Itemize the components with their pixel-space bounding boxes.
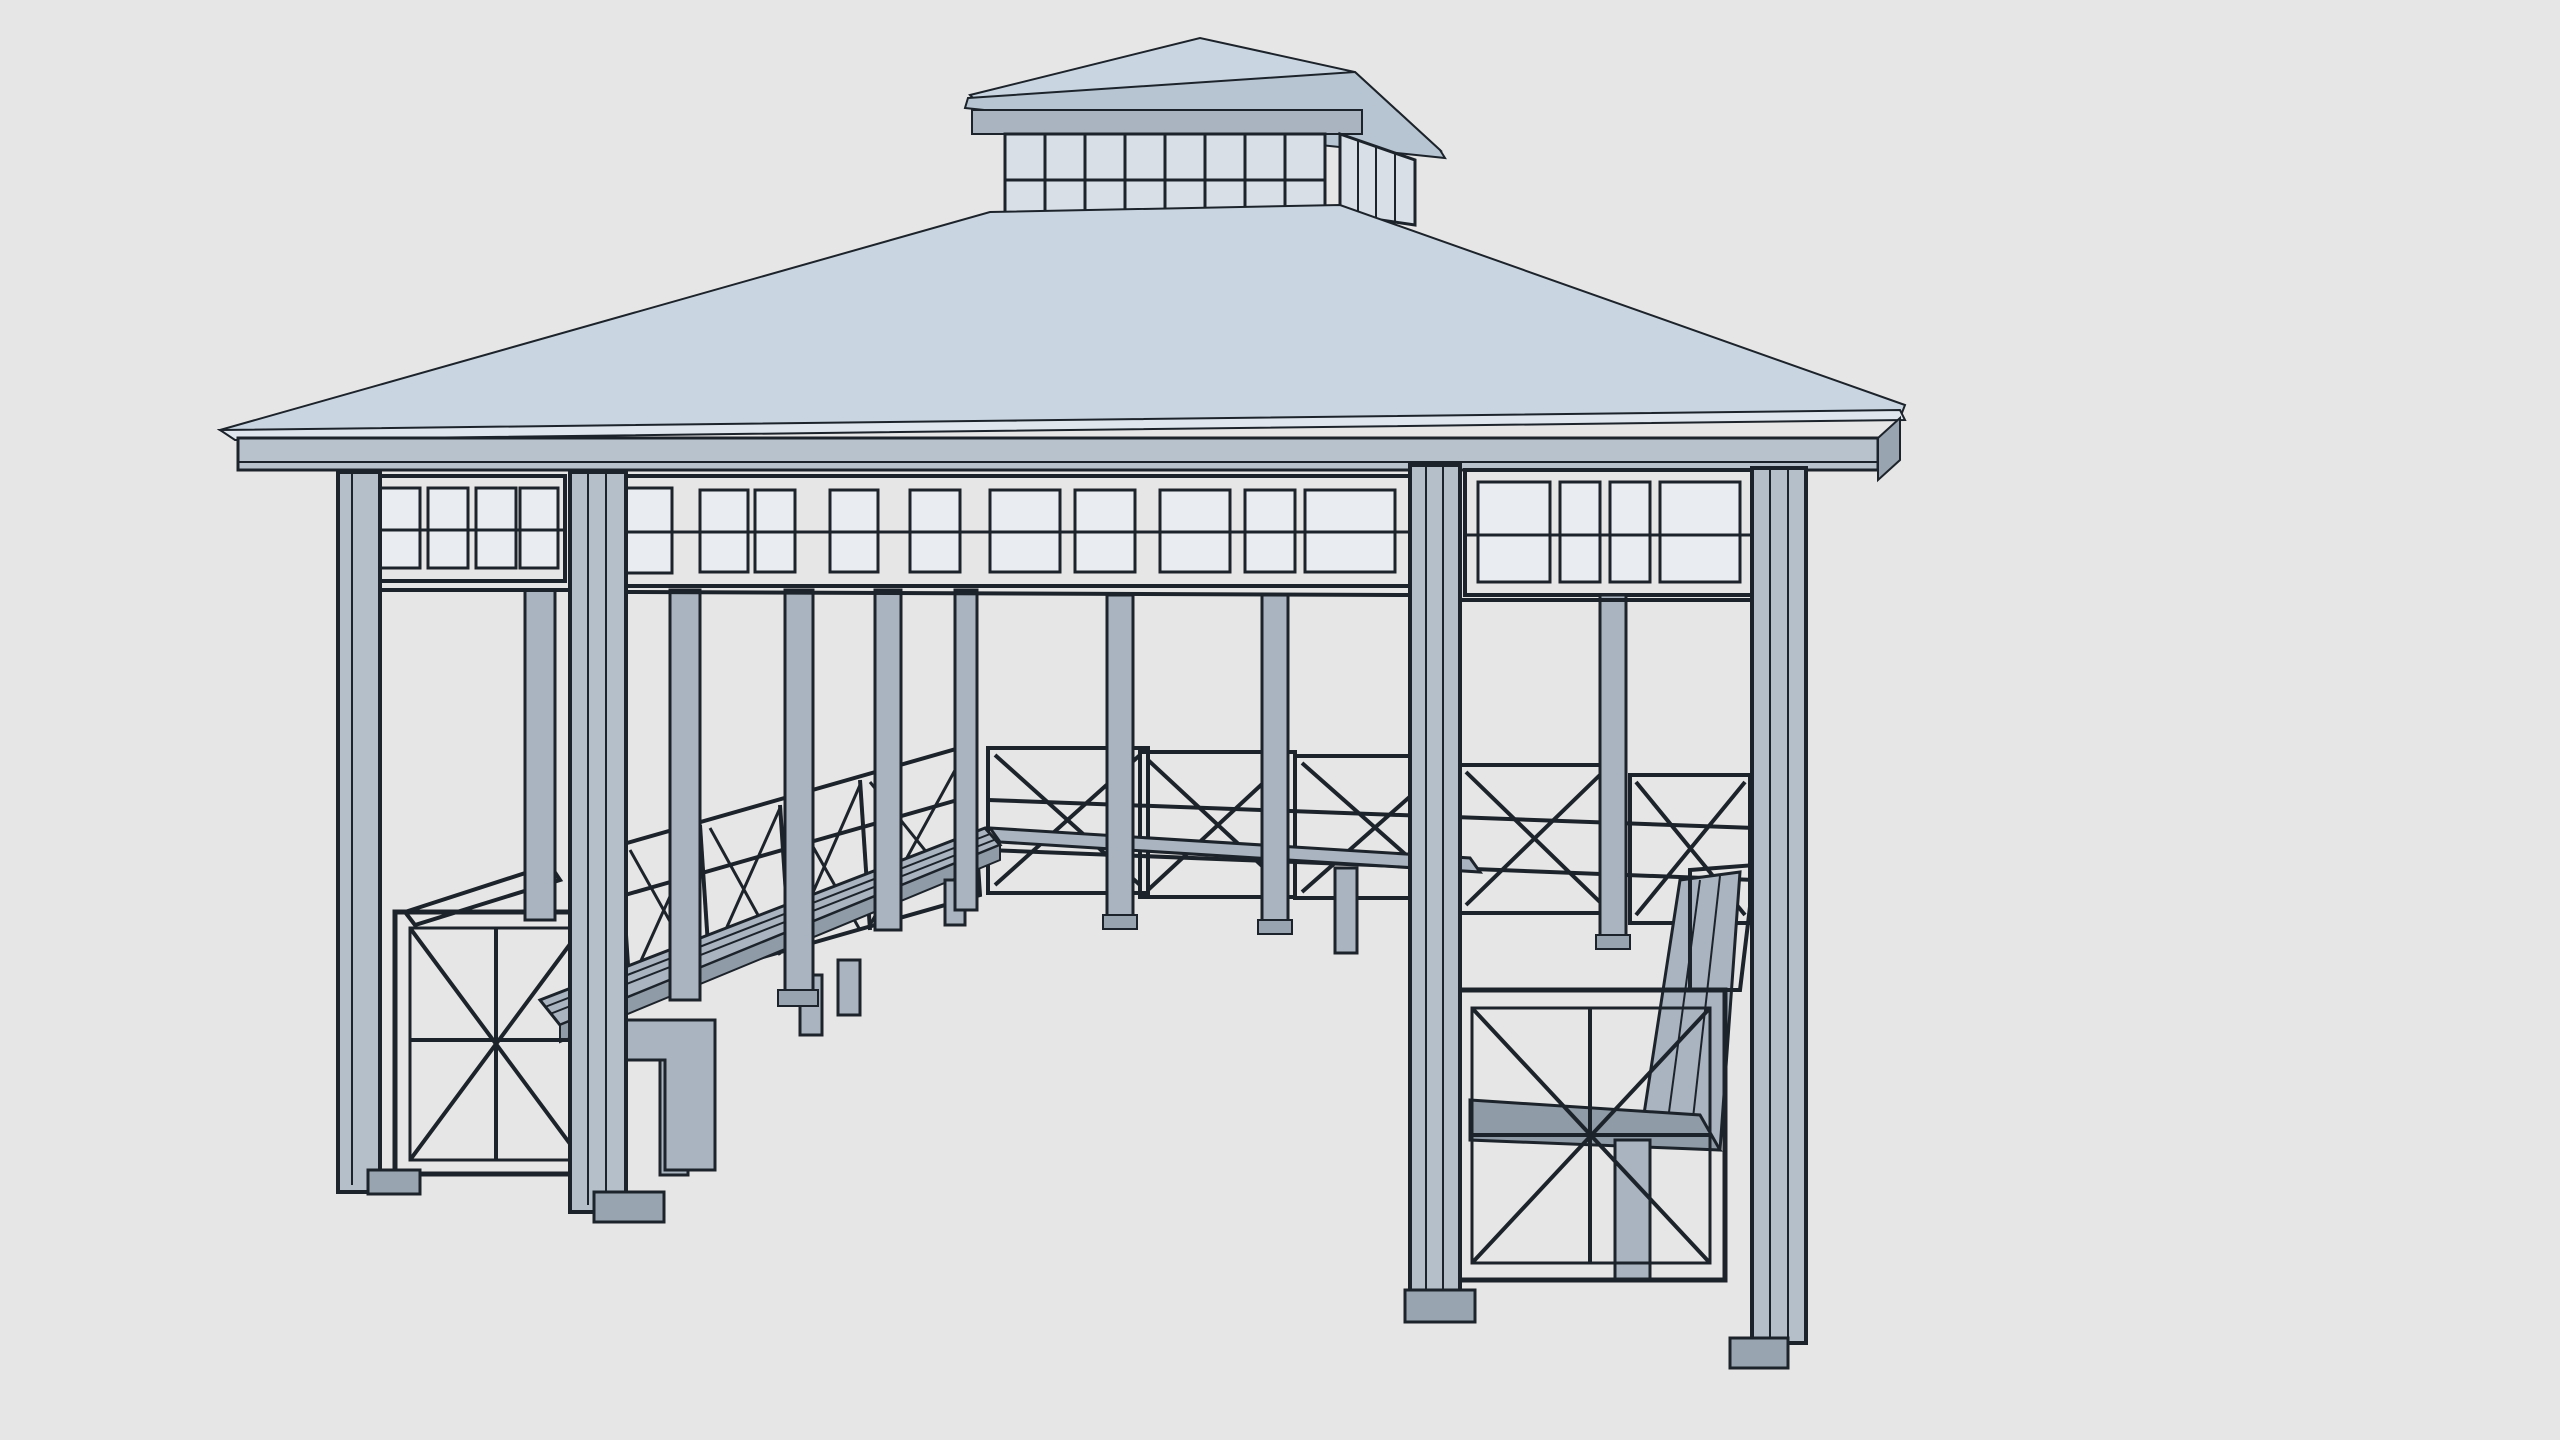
roof-fascia-side [1877,415,1901,483]
cupola-fascia [971,109,1363,135]
cupola [963,36,1447,227]
back-bench-legs [1333,866,1359,955]
gazebo-render [216,36,1907,1370]
roof-fascia [236,436,1880,472]
back-bench-seat [986,826,1484,874]
roof-surface [217,203,1907,440]
back-bench [986,826,1484,955]
render-viewport [0,0,2560,1440]
right-bench-leg [1613,1138,1652,1282]
corner-post-right-back [1728,466,1808,1370]
main-roof [216,203,1907,483]
